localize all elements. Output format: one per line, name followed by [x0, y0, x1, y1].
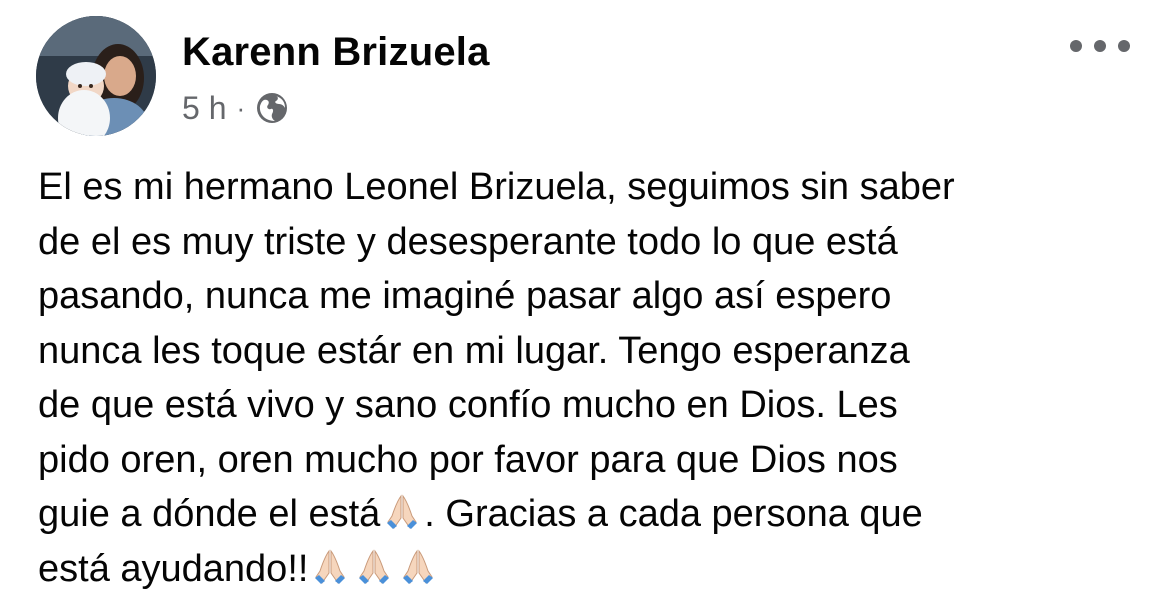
- post-body-line: de el es muy triste y desesperante todo …: [38, 220, 898, 263]
- post-meta: 5 h ·: [182, 88, 289, 128]
- more-dot: [1094, 40, 1106, 52]
- post-body-line: nunca les toque estár en mi lugar. Tengo…: [38, 329, 910, 372]
- more-dot: [1070, 40, 1082, 52]
- folded-hands-emoji: [387, 494, 418, 529]
- post-body-text: . Gracias a cada persona que: [424, 493, 923, 535]
- post-body-line: El es mi hermano Leonel Brizuela, seguim…: [38, 166, 955, 208]
- post-body-line: pasando, nunca me imaginé pasar algo así…: [38, 275, 892, 317]
- folded-hands-emoji: [403, 548, 434, 584]
- author-name[interactable]: Karenn Brizuela: [182, 30, 490, 75]
- avatar[interactable]: [36, 16, 156, 136]
- post-body-line: pido oren, oren mucho por favor para que…: [38, 438, 898, 481]
- post-body: El es mi hermano Leonel Brizuela, seguim…: [38, 160, 1138, 596]
- post-body-text: guie a dónde el está: [38, 493, 381, 535]
- folded-hands-emoji: [315, 548, 346, 584]
- meta-separator: ·: [236, 92, 246, 123]
- post-header: Karenn Brizuela 5 h ·: [36, 16, 1140, 136]
- folded-hands-emoji: [359, 548, 390, 584]
- post-body-text: está ayudando!!: [38, 547, 309, 590]
- facebook-post: Karenn Brizuela 5 h · El es mi hermano L…: [0, 0, 1170, 603]
- more-options-button[interactable]: [1070, 34, 1130, 58]
- post-body-line: de que está vivo y sano confío mucho en …: [38, 384, 898, 426]
- avatar-photo: [36, 16, 156, 136]
- post-body-line: está ayudando!!: [38, 542, 1138, 597]
- globe-icon: [257, 93, 288, 123]
- post-body-line: guie a dónde el está . Gracias a cada pe…: [38, 487, 1138, 542]
- more-dot: [1118, 40, 1130, 52]
- post-timestamp[interactable]: 5 h: [182, 90, 226, 127]
